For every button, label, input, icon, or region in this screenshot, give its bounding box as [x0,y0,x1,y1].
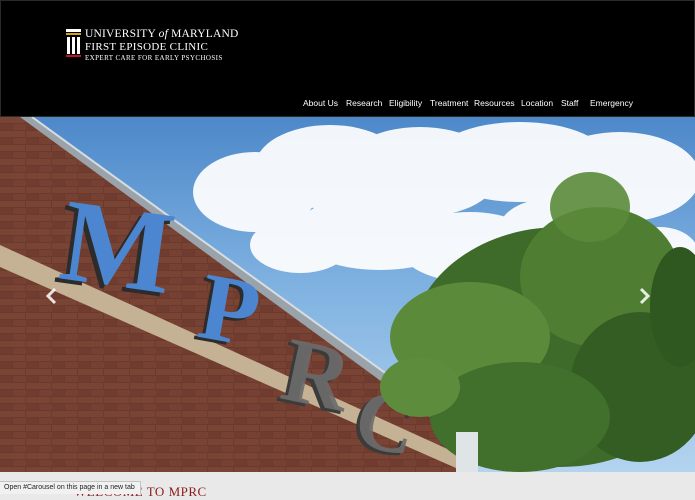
browser-status-bar: Open #Carousel on this page in a new tab [0,481,141,494]
carousel-slide-image: M M P P R R C C [0,117,695,472]
nav-staff[interactable]: Staff [561,98,578,108]
logo-tagline: Expert Care For Early Psychosis [85,53,223,62]
nav-emergency[interactable]: Emergency [590,98,633,108]
hero-carousel[interactable]: M M P P R R C C [0,117,695,472]
nav-eligibility[interactable]: Eligibility [389,98,422,108]
chevron-left-icon [45,287,57,305]
university-building-icon [66,29,81,57]
nav-treatment[interactable]: Treatment [430,98,468,108]
nav-research[interactable]: Research [346,98,382,108]
site-logo[interactable]: UNIVERSITY of MARYLAND FIRST EPISODE CLI… [65,28,239,62]
site-header: UNIVERSITY of MARYLAND FIRST EPISODE CLI… [0,0,695,117]
logo-university-name: UNIVERSITY of MARYLAND [85,28,239,40]
logo-clinic-name: FIRST EPISODE CLINIC [85,40,209,53]
nav-about-us[interactable]: About Us [303,98,338,108]
nav-resources[interactable]: Resources [474,98,515,108]
main-nav: About Us Research Eligibility Treatment … [1,98,695,110]
chevron-right-icon [639,287,651,305]
nav-location[interactable]: Location [521,98,553,108]
sign-letter-m-face: M [54,174,183,319]
